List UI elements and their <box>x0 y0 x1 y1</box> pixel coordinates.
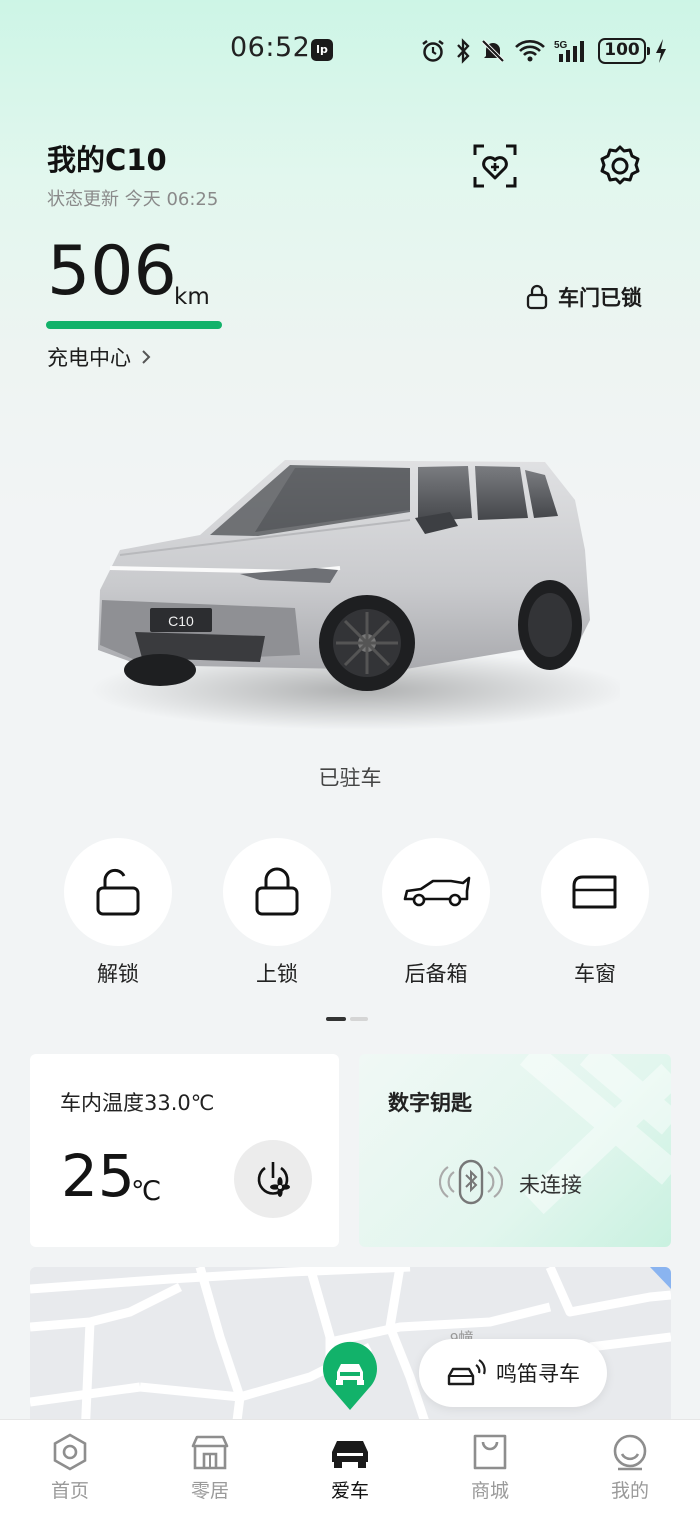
climate-power-button[interactable] <box>234 1140 312 1218</box>
nav-item-home[interactable]: 首页 <box>0 1420 140 1516</box>
page-title: 我的C10 <box>47 143 167 177</box>
svg-text:5G: 5G <box>554 40 568 51</box>
range-unit: km <box>174 284 210 310</box>
trunk-button[interactable]: 后备箱 <box>381 838 491 988</box>
alarm-icon <box>422 40 444 62</box>
charging-center-label: 充电中心 <box>47 346 131 370</box>
range-value: 506 <box>47 232 177 311</box>
unlock-circle <box>64 838 172 946</box>
car-icon <box>332 1441 368 1468</box>
page-dot <box>350 1017 368 1021</box>
car-image: C10 <box>80 440 630 740</box>
home-hexagon-icon <box>53 1433 87 1471</box>
climate-card[interactable]: 车内温度33.0℃ 25 ℃ <box>30 1054 339 1247</box>
car-horn-icon <box>447 1359 486 1386</box>
range-bar <box>46 321 222 329</box>
nav-item-store[interactable]: 零居 <box>140 1420 280 1516</box>
status-icons: 5G 100 <box>420 35 668 67</box>
heart-check-icon <box>473 144 517 188</box>
cabin-temperature: 车内温度33.0℃ <box>60 1091 215 1115</box>
mute-bell-icon <box>481 39 505 63</box>
nav-item-me[interactable]: 我的 <box>560 1420 700 1516</box>
vehicle-location-pin[interactable] <box>321 1340 379 1416</box>
honk-find-car-label: 鸣笛寻车 <box>496 1362 580 1386</box>
unlock-button[interactable]: 解锁 <box>63 838 173 988</box>
lock-circle <box>223 838 331 946</box>
door-status-label: 车门已锁 <box>558 286 642 310</box>
lock-icon <box>255 867 299 916</box>
gear-icon <box>600 145 640 185</box>
bottom-nav: 首页 零居 爱车 商城 我的 <box>0 1419 700 1516</box>
store-icon <box>191 1435 229 1470</box>
unlock-icon <box>96 868 140 916</box>
parked-status: 已驻车 <box>318 766 382 790</box>
honk-find-car-button[interactable]: 鸣笛寻车 <box>419 1339 607 1407</box>
trunk-icon <box>403 876 471 907</box>
charging-center-link[interactable]: 充电中心 <box>47 342 151 372</box>
set-temperature: 25 <box>61 1142 135 1210</box>
page-dot-active <box>326 1017 346 1021</box>
app-badge-icon: lp <box>311 39 333 61</box>
wifi-icon <box>515 40 545 62</box>
vehicle-health-button[interactable] <box>470 141 520 191</box>
charging-icon <box>656 39 666 63</box>
window-icon <box>572 875 617 909</box>
bluetooth-icon <box>457 38 470 64</box>
plate-text: C10 <box>168 613 194 629</box>
nav-label-store: 零居 <box>190 1480 229 1502</box>
digital-key-status: 未连接 <box>519 1173 582 1197</box>
trunk-label: 后备箱 <box>404 962 468 986</box>
temperature-unit: ℃ <box>131 1176 162 1207</box>
nav-item-car[interactable]: 爱车 <box>280 1420 420 1516</box>
status-update-time: 状态更新 今天 06:25 <box>47 189 219 210</box>
window-circle <box>541 838 649 946</box>
signal-5g-icon: 5G <box>554 40 584 62</box>
digital-key-title: 数字钥匙 <box>388 1091 472 1115</box>
key-card-decoration <box>519 1054 671 1215</box>
chevron-right-icon <box>142 350 151 364</box>
battery-icon: 100 <box>598 38 650 64</box>
window-label: 车窗 <box>574 962 616 986</box>
profile-icon <box>613 1434 647 1471</box>
trunk-circle <box>382 838 490 946</box>
settings-button[interactable] <box>595 141 645 191</box>
nav-label-me: 我的 <box>610 1480 649 1502</box>
nav-label-car: 爱车 <box>330 1480 369 1502</box>
door-status[interactable]: 车门已锁 <box>526 282 642 312</box>
nav-label-home: 首页 <box>50 1480 89 1502</box>
lock-button[interactable]: 上锁 <box>222 838 332 988</box>
shopping-bag-icon <box>473 1434 507 1470</box>
window-button[interactable]: 车窗 <box>540 838 650 988</box>
status-time: 06:52 <box>230 32 311 63</box>
ac-power-icon <box>257 1162 290 1197</box>
nav-label-shop: 商城 <box>470 1480 509 1502</box>
car-pin-icon <box>323 1341 377 1410</box>
lock-icon <box>526 284 548 310</box>
lock-label: 上锁 <box>256 962 298 986</box>
digital-key-card[interactable]: 数字钥匙 未连接 <box>359 1054 671 1247</box>
unlock-label: 解锁 <box>97 962 139 986</box>
page-indicator <box>326 1017 368 1021</box>
bluetooth-key-icon <box>438 1158 504 1210</box>
nav-item-shop[interactable]: 商城 <box>420 1420 560 1516</box>
